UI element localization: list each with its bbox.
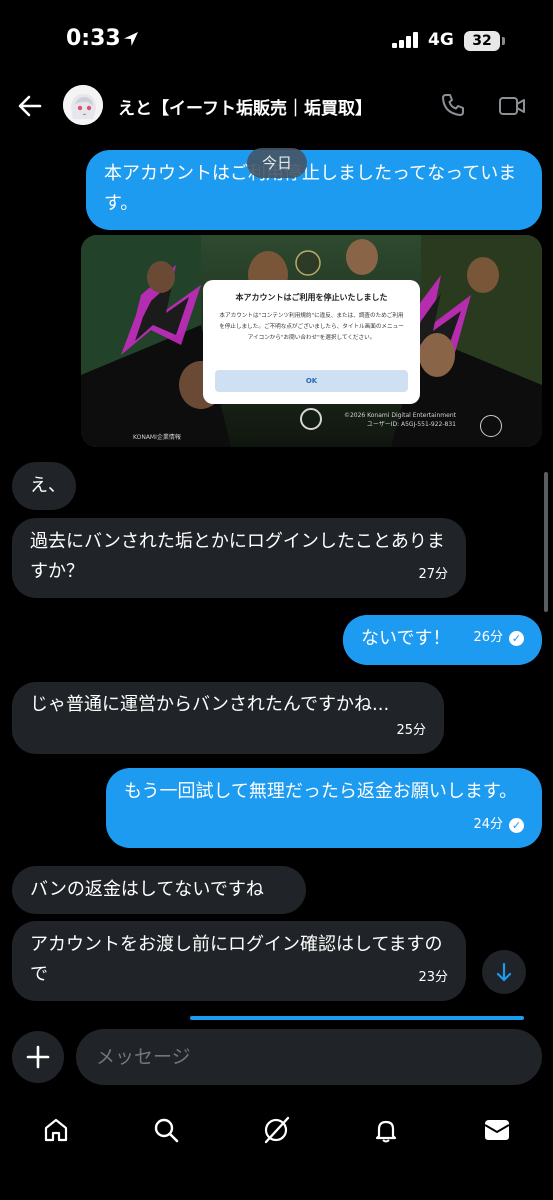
- search-icon: [154, 1118, 179, 1143]
- video-call-icon[interactable]: [498, 94, 526, 118]
- battery-icon: 32: [464, 31, 500, 51]
- message-time: 27分: [418, 567, 448, 582]
- message-meta: 23分: [418, 963, 448, 993]
- message-time: 25分: [396, 723, 426, 738]
- message-text: アカウントをお渡し前にログイン確認はしてますので: [30, 934, 443, 985]
- message-meta: 26分 ✓: [473, 623, 524, 653]
- tab-notifications[interactable]: [366, 1110, 406, 1150]
- tab-grok[interactable]: [256, 1110, 296, 1150]
- network-type: 4G: [428, 30, 454, 50]
- back-arrow-icon[interactable]: [16, 92, 44, 120]
- grok-icon: [264, 1116, 290, 1144]
- message-time: 26分: [473, 630, 503, 645]
- ban-dialog: 本アカウントはご利用を停止いたしました 本アカウントは"コンテンツ利用規約"に違…: [203, 280, 420, 404]
- message-text: え、: [30, 475, 66, 496]
- add-attachment-button[interactable]: [12, 1031, 64, 1083]
- messages-icon: [484, 1120, 510, 1140]
- message-input[interactable]: [76, 1029, 542, 1085]
- home-icon: [44, 1118, 68, 1142]
- avatar[interactable]: [63, 85, 103, 125]
- read-check-icon: ✓: [509, 817, 524, 833]
- date-divider: 今日: [247, 148, 307, 178]
- message-bubble-received[interactable]: 過去にバンされた垢とかにログインしたことありますか？ 27分: [12, 518, 466, 598]
- dialog-ok-button: OK: [215, 370, 408, 392]
- status-time: 0:33: [66, 26, 121, 51]
- tab-home[interactable]: [36, 1110, 76, 1150]
- plus-icon: [26, 1045, 50, 1069]
- scrollbar[interactable]: [544, 472, 548, 612]
- message-text: 本アカウントはご利用停止しましたってなっています。: [104, 163, 517, 214]
- image-attachment[interactable]: 本アカウントはご利用を停止いたしました 本アカウントは"コンテンツ利用規約"に違…: [81, 235, 542, 447]
- message-text: じゃ普通に運営からバンされたんですかね...: [30, 694, 390, 715]
- message-bubble-sent[interactable]: 本アカウントはご利用停止しましたってなっています。: [86, 150, 542, 230]
- avatar-illustration: [63, 85, 103, 125]
- phone-call-icon[interactable]: [440, 92, 466, 118]
- battery-nub: [502, 37, 505, 45]
- tab-messages[interactable]: [477, 1110, 517, 1150]
- message-time: 23分: [418, 970, 448, 985]
- dialog-body: 本アカウントは"コンテンツ利用規約"に違反、または、調査のためご利用を停止しまし…: [219, 313, 404, 341]
- dm-screen: 0:33 4G 32 えと【イーフト垢販売｜垢買取】 今日 本アカウントはご利用…: [0, 0, 553, 1200]
- menu-icon: [480, 415, 502, 437]
- location-arrow-icon: [124, 32, 138, 46]
- message-time: 24分: [473, 817, 503, 832]
- message-text: バンの返金はしてないですね: [30, 879, 264, 900]
- message-bubble-received[interactable]: アカウントをお渡し前にログイン確認はしてますので 23分: [12, 921, 466, 1001]
- next-message-edge: [190, 1016, 524, 1020]
- message-meta: 27分: [418, 560, 448, 590]
- bottom-tab-bar: [0, 1100, 553, 1200]
- message-bubble-sent[interactable]: ないです！ 26分 ✓: [343, 615, 542, 665]
- copyright-text: ©2026 Konami Digital Entertainment ユーザーI…: [344, 411, 456, 429]
- user-id-line: ユーザーID: A5GJ-551-922-831: [366, 421, 456, 428]
- notifications-icon: [375, 1120, 397, 1143]
- read-check-icon: ✓: [509, 630, 524, 646]
- conversation-title[interactable]: えと【イーフト垢販売｜垢買取】: [118, 94, 372, 119]
- message-text: 過去にバンされた垢とかにログインしたことありますか？: [30, 531, 445, 582]
- message-bubble-received[interactable]: じゃ普通に運営からバンされたんですかね... 25分: [12, 682, 444, 754]
- scroll-to-bottom-button[interactable]: [482, 950, 526, 994]
- home-ring-icon: [300, 408, 322, 430]
- arrow-down-icon: [496, 962, 512, 982]
- publisher-label: KONAMI企業情報: [133, 434, 181, 441]
- message-meta: 25分: [396, 716, 426, 746]
- message-meta: 24分 ✓: [473, 810, 524, 840]
- status-bar: 0:33 4G 32: [0, 0, 553, 80]
- message-bubble-received[interactable]: バンの返金はしてないですね: [12, 866, 306, 914]
- message-text: もう一回試して無理だったら返金お願いします。: [124, 781, 518, 802]
- copyright-line: ©2026 Konami Digital Entertainment: [343, 412, 456, 419]
- message-text: ないです！: [361, 628, 451, 649]
- message-bubble-received[interactable]: え、: [12, 462, 76, 510]
- message-bubble-sent[interactable]: もう一回試して無理だったら返金お願いします。 24分 ✓: [106, 768, 542, 848]
- conversation-header: えと【イーフト垢販売｜垢買取】: [0, 80, 553, 135]
- signal-icon: [392, 32, 418, 48]
- dialog-title: 本アカウントはご利用を停止いたしました: [235, 293, 388, 302]
- tab-search[interactable]: [146, 1110, 186, 1150]
- message-list[interactable]: 今日 本アカウントはご利用停止しましたってなっています。 本アカウントはご利用を…: [0, 140, 553, 1020]
